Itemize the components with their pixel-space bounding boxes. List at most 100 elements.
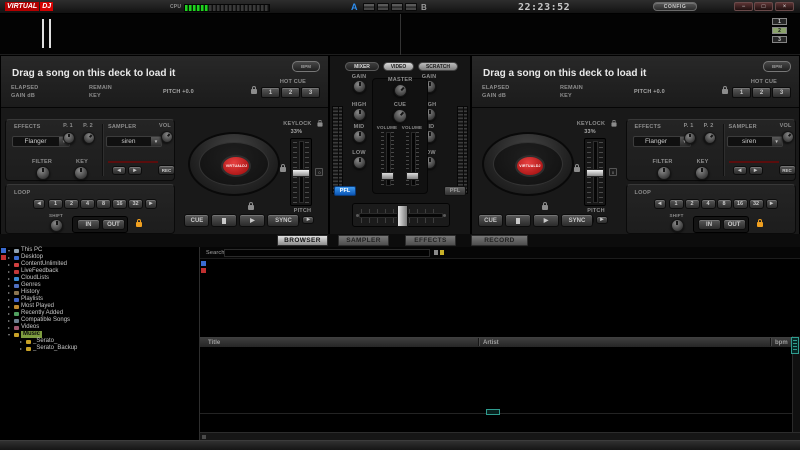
search-field[interactable]: [224, 249, 430, 265]
hot-cue-3-button[interactable]: 3: [772, 87, 791, 98]
pause-button[interactable]: [505, 214, 531, 227]
pitch-lock-icon[interactable]: [280, 164, 287, 172]
sample-next-button[interactable]: ►: [748, 166, 763, 175]
waveform-zoom-1-button[interactable]: 1: [772, 18, 787, 25]
effect-param2-knob[interactable]: [80, 129, 98, 147]
waveform-zoom-2-button[interactable]: 2: [772, 27, 787, 34]
hotcue-lock-icon[interactable]: [251, 86, 257, 94]
loop-in-button[interactable]: IN: [697, 219, 721, 230]
tree-item-this-pc[interactable]: ▾ This PC: [8, 247, 42, 254]
automix-badge[interactable]: [486, 409, 500, 415]
crossfade-segment[interactable]: [363, 3, 375, 11]
tree-item-desktop[interactable]: ▸ Desktop: [8, 254, 43, 261]
deck-a-high-knob[interactable]: [353, 108, 366, 121]
pitch-slider-handle[interactable]: [292, 169, 311, 177]
minimize-button[interactable]: −: [734, 2, 753, 11]
sync-button[interactable]: SYNC: [267, 214, 300, 227]
loop-lock-icon[interactable]: [756, 219, 763, 227]
pitch-zero-button[interactable]: 0: [609, 168, 617, 176]
tab-scratch[interactable]: SCRATCH: [418, 62, 458, 71]
column-separator[interactable]: [770, 338, 772, 346]
close-button[interactable]: ×: [775, 2, 794, 11]
sample-select[interactable]: siren ▼: [726, 136, 783, 147]
hotcue-lock-icon[interactable]: [722, 86, 728, 94]
sync-button[interactable]: SYNC: [561, 214, 593, 227]
deck-b-pfl-button[interactable]: PFL: [444, 186, 466, 196]
hot-cue-3-button[interactable]: 3: [301, 87, 320, 98]
pitch-lock-icon[interactable]: [574, 164, 580, 172]
deck-b-volume-handle[interactable]: [406, 172, 419, 180]
netsearch-key-icon[interactable]: [440, 250, 444, 255]
deck-a-gain-knob[interactable]: [353, 80, 366, 93]
search-options-icon[interactable]: [434, 250, 438, 255]
play-button[interactable]: ▶: [533, 214, 559, 227]
search-input[interactable]: [225, 259, 429, 265]
maximize-button[interactable]: □: [754, 2, 773, 11]
waveform-display[interactable]: 1 2 3: [0, 14, 800, 55]
pitch-bend-plus-button[interactable]: ►: [302, 216, 315, 224]
tree-item-livefeedback[interactable]: ▸ LiveFeedback: [8, 268, 58, 275]
loop-half-button[interactable]: ◄: [653, 199, 666, 209]
deck-a-drop-zone[interactable]: Drag a song on this deck to load it: [12, 68, 175, 79]
deck-a-low-knob[interactable]: [353, 156, 366, 169]
loop-32-button[interactable]: 32: [748, 199, 764, 209]
column-separator[interactable]: [478, 338, 480, 346]
effect-param2-knob[interactable]: [701, 129, 719, 147]
pitch-bend-plus-button[interactable]: ►: [596, 216, 608, 224]
loop-1-button[interactable]: 1: [668, 199, 684, 209]
tree-item-contentunlimited[interactable]: ▸ ContentUnlimited: [8, 261, 67, 268]
loop-double-button[interactable]: ►: [765, 199, 778, 209]
jog-wheel[interactable]: VIRTUALDJ: [482, 132, 574, 196]
keylock-lock-icon[interactable]: [317, 119, 324, 127]
loop-8-button[interactable]: 8: [716, 199, 732, 209]
tree-item-playlists[interactable]: ▸ Playlists: [8, 296, 43, 303]
sample-select[interactable]: siren ▼: [106, 136, 162, 147]
filter-knob[interactable]: [36, 166, 50, 180]
loop-half-button[interactable]: ◄: [33, 199, 45, 209]
pitch-slider[interactable]: [290, 138, 313, 206]
loop-8-button[interactable]: 8: [96, 199, 111, 209]
tree-item-genres[interactable]: ▸ Genres: [8, 282, 41, 289]
loop-in-button[interactable]: IN: [77, 219, 100, 230]
key-knob[interactable]: [694, 166, 709, 180]
loop-shift-knob[interactable]: [50, 219, 63, 232]
pitch-zero-button[interactable]: 0: [315, 168, 324, 176]
deck-a-mid-knob[interactable]: [353, 130, 366, 143]
pitch-slider[interactable]: [584, 138, 606, 206]
loop-double-button[interactable]: ►: [145, 199, 157, 209]
loop-16-button[interactable]: 16: [112, 199, 127, 209]
pitch-slider-handle[interactable]: [586, 169, 604, 177]
favorites-icon[interactable]: [1, 255, 6, 260]
filter-knob[interactable]: [656, 166, 671, 180]
deck-a-volume-fader[interactable]: [381, 132, 394, 186]
deck-a-volume-handle[interactable]: [381, 172, 394, 180]
loop-4-button[interactable]: 4: [700, 199, 716, 209]
keylock-lock-icon[interactable]: [611, 119, 617, 127]
crossfade-segment[interactable]: [391, 3, 403, 11]
waveform-position-marker[interactable]: [42, 19, 51, 48]
crossfader[interactable]: [352, 203, 450, 227]
config-button[interactable]: CONFIG: [653, 2, 697, 11]
hot-cue-2-button[interactable]: 2: [281, 87, 300, 98]
database-icon[interactable]: [1, 248, 6, 253]
dropdown-arrow-icon[interactable]: ▼: [150, 137, 161, 146]
jog-wheel[interactable]: VIRTUALDJ: [188, 132, 281, 196]
tab-record[interactable]: RECORD: [471, 235, 528, 246]
list-mode-icon[interactable]: [201, 268, 206, 273]
loop-32-button[interactable]: 32: [128, 199, 143, 209]
tree-item-recently-added[interactable]: ▸ Recently Added: [8, 310, 63, 317]
key-knob[interactable]: [74, 166, 88, 180]
loop-out-button[interactable]: OUT: [102, 219, 125, 230]
tree-item-music-selected[interactable]: ▾ Music: [8, 331, 43, 338]
sample-rec-button[interactable]: REC: [158, 165, 175, 175]
deck-b-drop-zone[interactable]: Drag a song on this deck to load it: [483, 68, 646, 79]
tree-item-most-played[interactable]: ▸ Most Played: [8, 303, 54, 310]
loop-2-button[interactable]: 2: [684, 199, 700, 209]
loop-16-button[interactable]: 16: [732, 199, 748, 209]
loop-2-button[interactable]: 2: [64, 199, 79, 209]
effect-param1-knob[interactable]: [63, 132, 75, 144]
tree-item-serato[interactable]: ▸ _Serato_: [20, 338, 57, 345]
loop-1-button[interactable]: 1: [48, 199, 63, 209]
tree-item-cloudlists[interactable]: ▸ CloudLists: [8, 275, 49, 282]
crossfade-segment[interactable]: [377, 3, 389, 11]
